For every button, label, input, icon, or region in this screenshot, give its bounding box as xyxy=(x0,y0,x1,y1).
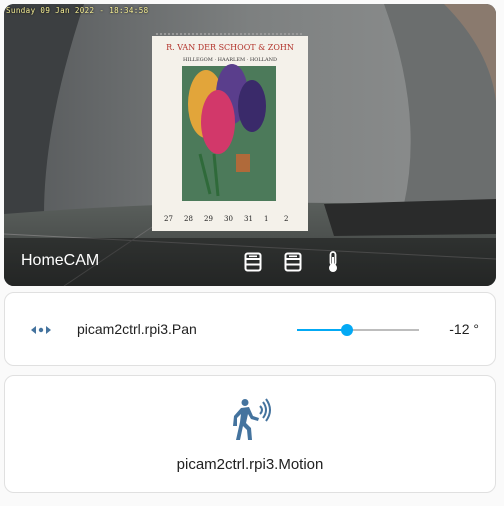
motion-entity-name: picam2ctrl.rpi3.Motion xyxy=(176,456,324,473)
calendar-date: 27 xyxy=(164,215,173,223)
camera-footer: HomeCAM xyxy=(4,238,496,286)
server-icon[interactable] xyxy=(241,250,265,274)
calendar-date: 31 xyxy=(244,215,253,223)
calendar-date: 29 xyxy=(204,215,213,223)
dashboard: R. VAN DER SCHOOT & ZOHN HILLEGOM · HAAR… xyxy=(0,0,504,506)
server-icon[interactable] xyxy=(281,250,305,274)
motion-button-card[interactable]: picam2ctrl.rpi3.Motion xyxy=(4,375,496,493)
slider-thumb[interactable] xyxy=(341,324,354,336)
camera-card[interactable]: R. VAN DER SCHOOT & ZOHN HILLEGOM · HAAR… xyxy=(4,4,496,286)
motion-sensor-icon xyxy=(233,398,271,440)
camera-title[interactable]: HomeCAM xyxy=(21,252,99,270)
pan-slider-card: picam2ctrl.rpi3.Pan -12 ° xyxy=(4,292,496,366)
calendar-date: 2 xyxy=(284,215,288,223)
calendar-subheader: HILLEGOM · HAARLEM · HOLLAND xyxy=(183,57,277,63)
slider-fill xyxy=(297,329,348,331)
pan-entity-name[interactable]: picam2ctrl.rpi3.Pan xyxy=(77,321,197,337)
calendar-date: 1 xyxy=(264,215,268,223)
calendar-date: 30 xyxy=(224,215,233,223)
calendar-picture xyxy=(152,33,308,231)
thermometer-icon[interactable] xyxy=(321,250,345,274)
calendar-header: R. VAN DER SCHOOT & ZOHN xyxy=(166,43,294,52)
camera-timestamp: Sunday 09 Jan 2022 - 18:34:58 xyxy=(6,6,149,15)
pan-value: -12 ° xyxy=(449,321,479,337)
calendar-date: 28 xyxy=(184,215,193,223)
pan-horizontal-icon xyxy=(31,326,51,334)
pan-slider[interactable] xyxy=(297,321,419,339)
